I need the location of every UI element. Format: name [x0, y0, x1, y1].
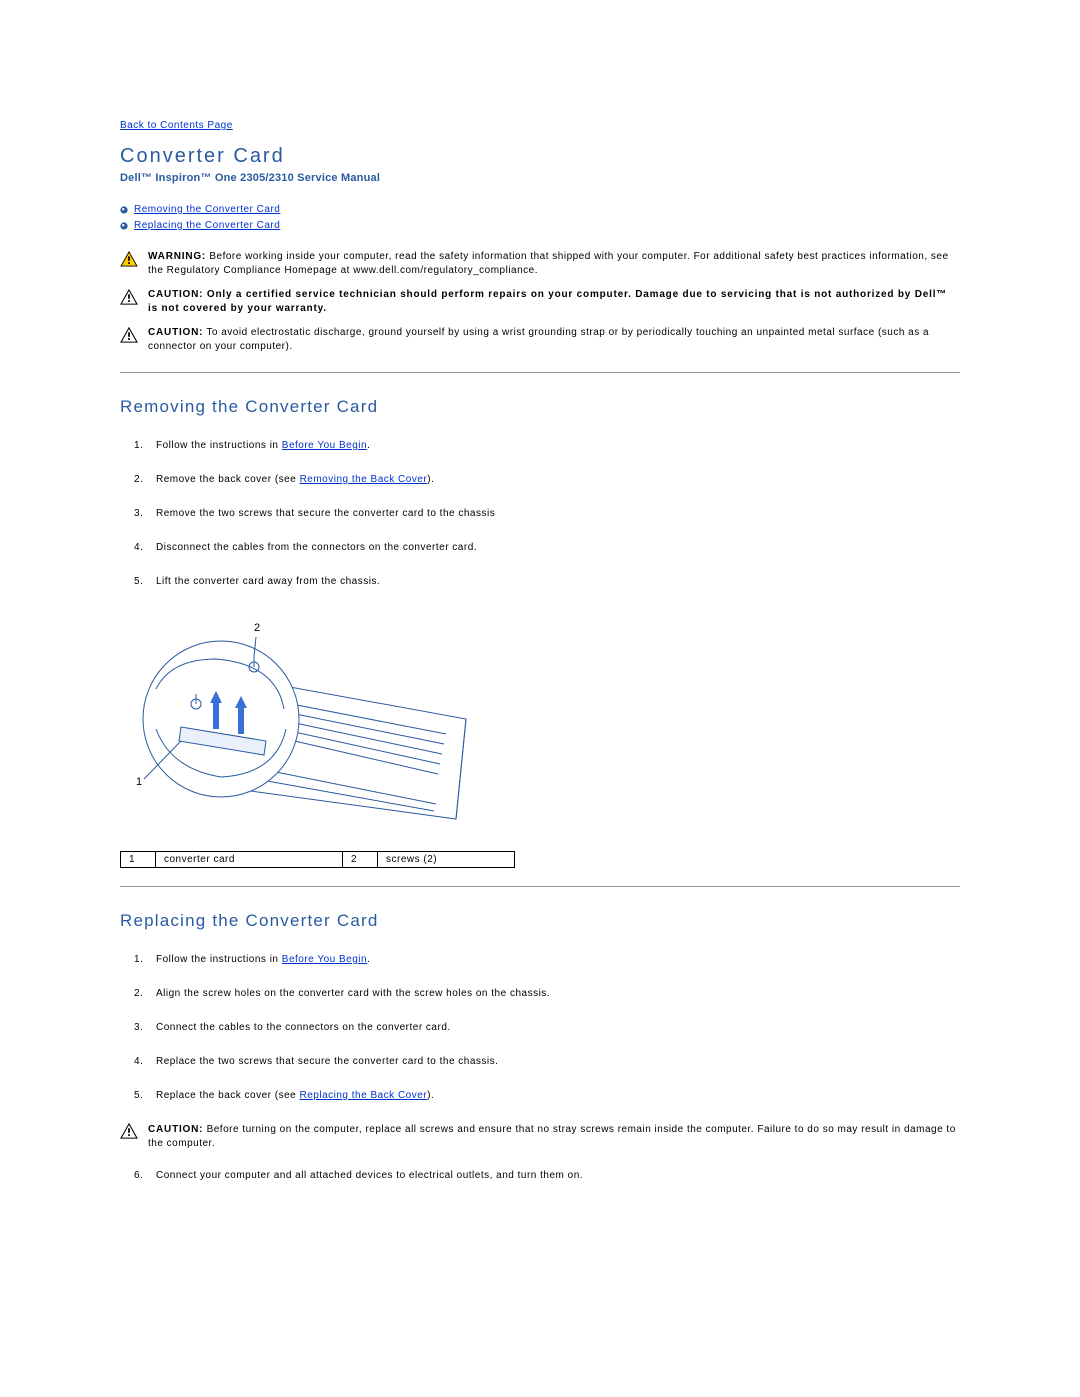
caution-label: CAUTION: [148, 1124, 203, 1135]
caution-text: CAUTION: To avoid electrostatic discharg… [148, 326, 960, 354]
warning-body-text: Before working inside your computer, rea… [148, 251, 949, 276]
svg-text:2: 2 [254, 622, 260, 634]
caution-notice: CAUTION: To avoid electrostatic discharg… [120, 326, 960, 354]
step-text: Replace the two screws that secure the c… [156, 1056, 498, 1067]
before-you-begin-link[interactable]: Before You Begin [282, 954, 367, 965]
step-text: Connect the cables to the connectors on … [156, 1022, 451, 1033]
before-you-begin-link[interactable]: Before You Begin [282, 440, 367, 451]
removing-back-cover-link[interactable]: Removing the Back Cover [300, 474, 428, 485]
warning-label: WARNING: [148, 251, 206, 262]
caution-text: CAUTION: Before turning on the computer,… [148, 1123, 960, 1151]
converter-card-diagram: 1 2 [126, 609, 486, 833]
steps-list-removing: Follow the instructions in Before You Be… [134, 439, 960, 589]
legend-num: 2 [343, 852, 378, 868]
step-item: Connect the cables to the connectors on … [134, 1021, 960, 1035]
section-heading-removing: Removing the Converter Card [120, 397, 960, 417]
toc-item: Replacing the Converter Card [120, 218, 960, 234]
caution-icon [120, 326, 138, 343]
legend-label: screws (2) [378, 852, 515, 868]
divider [120, 886, 960, 887]
caution-icon [120, 1123, 138, 1151]
step-text: Remove the back cover (see [156, 474, 300, 485]
step-item: Connect your computer and all attached d… [134, 1169, 960, 1183]
step-text: Align the screw holes on the converter c… [156, 988, 550, 999]
warning-icon [120, 250, 138, 267]
step-text: ). [427, 474, 434, 485]
document-page: Back to Contents Page Converter Card Del… [0, 0, 1080, 1263]
steps-list-replacing-cont: Connect your computer and all attached d… [134, 1169, 960, 1183]
step-text: Replace the back cover (see [156, 1090, 300, 1101]
step-text: Follow the instructions in [156, 954, 282, 965]
page-title: Converter Card [120, 145, 960, 168]
step-item: Lift the converter card away from the ch… [134, 575, 960, 589]
step-text: Connect your computer and all attached d… [156, 1170, 583, 1181]
back-to-contents-link[interactable]: Back to Contents Page [120, 120, 233, 131]
svg-text:1: 1 [136, 776, 142, 788]
caution-body-text: To avoid electrostatic discharge, ground… [148, 327, 929, 352]
step-item: Disconnect the cables from the connector… [134, 541, 960, 555]
caution-label: CAUTION: [148, 327, 203, 338]
replacing-back-cover-link[interactable]: Replacing the Back Cover [300, 1090, 428, 1101]
caution-text: CAUTION: Only a certified service techni… [148, 288, 960, 316]
caution-notice: CAUTION: Before turning on the computer,… [120, 1123, 960, 1151]
step-item: Follow the instructions in Before You Be… [134, 439, 960, 453]
section-heading-replacing: Replacing the Converter Card [120, 911, 960, 931]
warning-text: WARNING: Before working inside your comp… [148, 250, 960, 278]
caution-icon [120, 288, 138, 305]
step-text: Follow the instructions in [156, 440, 282, 451]
warning-notice: WARNING: Before working inside your comp… [120, 250, 960, 278]
toc-link-replacing[interactable]: Replacing the Converter Card [134, 218, 280, 234]
step-item: Remove the two screws that secure the co… [134, 507, 960, 521]
step-text: . [367, 954, 370, 965]
step-text: Lift the converter card away from the ch… [156, 576, 380, 587]
toc-link-removing[interactable]: Removing the Converter Card [134, 202, 280, 218]
step-item: Replace the back cover (see Replacing th… [134, 1089, 960, 1103]
steps-list-replacing: Follow the instructions in Before You Be… [134, 953, 960, 1103]
toc-item: Removing the Converter Card [120, 202, 960, 218]
caution-bold-text: Only a certified service technician shou… [148, 289, 947, 314]
table-of-contents: Removing the Converter Card Replacing th… [120, 202, 960, 234]
table-row: 1 converter card 2 screws (2) [121, 852, 515, 868]
step-item: Remove the back cover (see Removing the … [134, 473, 960, 487]
legend-num: 1 [121, 852, 156, 868]
bullet-icon [120, 206, 128, 214]
manual-subtitle: Dell™ Inspiron™ One 2305/2310 Service Ma… [120, 172, 960, 184]
divider [120, 372, 960, 373]
step-item: Align the screw holes on the converter c… [134, 987, 960, 1001]
step-item: Replace the two screws that secure the c… [134, 1055, 960, 1069]
caution-notice: CAUTION: Only a certified service techni… [120, 288, 960, 316]
bullet-icon [120, 222, 128, 230]
caution-body-text: Before turning on the computer, replace … [148, 1124, 956, 1149]
step-text: Disconnect the cables from the connector… [156, 542, 477, 553]
step-text: ). [427, 1090, 434, 1101]
legend-label: converter card [156, 852, 343, 868]
step-text: . [367, 440, 370, 451]
step-item: Follow the instructions in Before You Be… [134, 953, 960, 967]
diagram-legend-table: 1 converter card 2 screws (2) [120, 851, 515, 868]
caution-label: CAUTION: [148, 289, 203, 300]
step-text: Remove the two screws that secure the co… [156, 508, 495, 519]
